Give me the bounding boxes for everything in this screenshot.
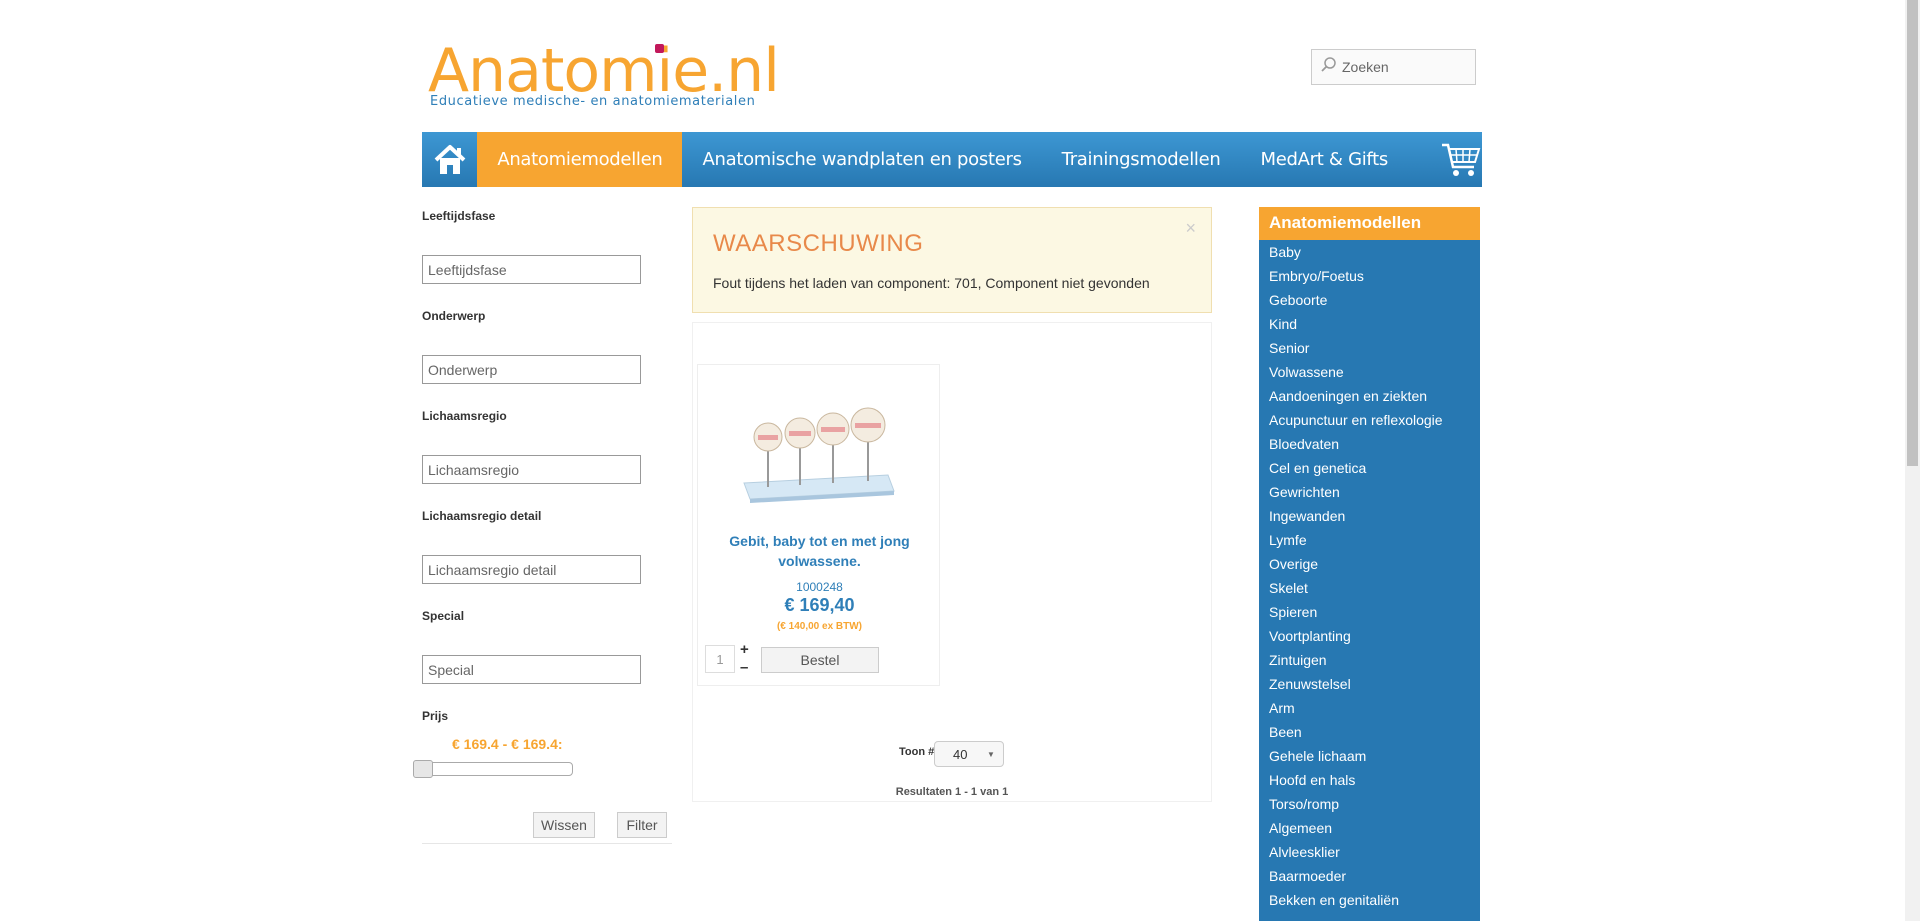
order-button[interactable]: Bestel (761, 647, 879, 673)
product-card: Gebit, baby tot en met jong volwassene. … (697, 364, 940, 686)
nav-trainingsmodellen[interactable]: Trainingsmodellen (1042, 132, 1241, 187)
filter-label-special: Special (422, 609, 465, 623)
category-item[interactable]: Senior (1259, 336, 1480, 360)
warning-alert: WAARSCHUWING Fout tijdens het laden van … (692, 207, 1212, 313)
nav-medart-gifts[interactable]: MedArt & Gifts (1241, 132, 1409, 187)
cart-icon (1442, 143, 1481, 176)
nav-wandplaten[interactable]: Anatomische wandplaten en posters (682, 132, 1041, 187)
filter-label-leeftijdsfase: Leeftijdsfase (422, 209, 496, 223)
lichaamsregio-field[interactable] (422, 455, 641, 484)
show-count-value: 40 (953, 747, 968, 762)
category-item[interactable]: Arm (1259, 696, 1480, 720)
alert-message: Fout tijdens het laden van component: 70… (713, 275, 1150, 291)
category-item[interactable]: Zenuwstelsel (1259, 672, 1480, 696)
alert-title: WAARSCHUWING (713, 230, 924, 257)
category-item[interactable]: Geboorte (1259, 288, 1480, 312)
clear-button[interactable]: Wissen (533, 812, 595, 838)
scrollbar-thumb[interactable] (1907, 0, 1918, 466)
category-item[interactable]: Algemeen (1259, 816, 1480, 840)
category-item[interactable]: Volwassene (1259, 360, 1480, 384)
search-box (1311, 49, 1476, 85)
category-item[interactable]: Torso/romp (1259, 792, 1480, 816)
category-item[interactable]: Alvleesklier (1259, 840, 1480, 864)
price-slider-handle[interactable] (413, 760, 433, 778)
show-count-select[interactable]: 40 ▼ (934, 741, 1004, 767)
category-item[interactable]: Aandoeningen en ziekten (1259, 384, 1480, 408)
page: Anatomie.nl Educatieve medische- en anat… (0, 0, 1905, 921)
category-item[interactable]: Kind (1259, 312, 1480, 336)
category-item[interactable]: Gehele lichaam (1259, 744, 1480, 768)
quantity-plus-button[interactable]: + (740, 641, 749, 658)
leeftijdsfase-field[interactable] (422, 255, 641, 284)
close-icon[interactable]: × (1185, 218, 1196, 239)
filter-label-lichaamsregio-detail: Lichaamsregio detail (422, 509, 542, 523)
category-item[interactable]: Ingewanden (1259, 504, 1480, 528)
product-image[interactable] (738, 395, 898, 505)
filter-label-onderwerp: Onderwerp (422, 309, 486, 323)
filters-divider (422, 843, 672, 844)
logo-tagline: Educatieve medische- en anatomiematerial… (430, 94, 756, 109)
category-item[interactable]: Skelet (1259, 576, 1480, 600)
nav-cart[interactable] (1408, 132, 1482, 187)
category-item[interactable]: Embryo/Foetus (1259, 264, 1480, 288)
filter-button[interactable]: Filter (617, 812, 667, 838)
site-logo[interactable]: Anatomie.nl Educatieve medische- en anat… (428, 38, 780, 118)
onderwerp-field[interactable] (422, 355, 641, 384)
results-count: Resultaten 1 - 1 van 1 (895, 786, 1009, 798)
category-item[interactable]: Acupunctuur en reflexologie (1259, 408, 1480, 432)
special-field[interactable] (422, 655, 641, 684)
nav-anatomiemodellen[interactable]: Anatomiemodellen (477, 132, 683, 187)
filter-label-lichaamsregio: Lichaamsregio (422, 409, 507, 423)
category-item[interactable]: Bloedvaten (1259, 432, 1480, 456)
price-slider-track[interactable] (422, 762, 573, 776)
lichaamsregio-detail-field[interactable] (422, 555, 641, 584)
search-input[interactable] (1342, 50, 1472, 84)
product-name[interactable]: Gebit, baby tot en met jong volwassene. (708, 531, 931, 571)
category-menu: Baby Embryo/Foetus Geboorte Kind Senior … (1259, 240, 1480, 921)
category-item[interactable]: Voortplanting (1259, 624, 1480, 648)
category-item[interactable]: Baarmoeder (1259, 864, 1480, 888)
category-item[interactable]: Cel en genetica (1259, 456, 1480, 480)
category-item[interactable]: Been (1259, 720, 1480, 744)
home-icon (434, 144, 466, 174)
price-range-text: € 169.4 - € 169.4: (452, 736, 563, 752)
category-item[interactable]: Overige (1259, 552, 1480, 576)
product-price: € 169,40 (784, 595, 855, 615)
search-icon (1321, 57, 1336, 72)
category-item[interactable]: Baby (1259, 240, 1480, 264)
category-item[interactable]: Zintuigen (1259, 648, 1480, 672)
product-sku: 1000248 (796, 580, 843, 594)
quantity-minus-button[interactable]: – (740, 659, 748, 676)
nav-home[interactable] (422, 132, 477, 187)
filter-label-prijs: Prijs (422, 709, 449, 723)
product-price-ex-vat: (€ 140,00 ex BTW) (776, 621, 863, 632)
show-count-label: Toon # (899, 746, 935, 758)
category-item[interactable]: Spieren (1259, 600, 1480, 624)
quantity-input[interactable] (705, 645, 735, 673)
logo-dot (655, 44, 664, 53)
chevron-down-icon: ▼ (987, 750, 995, 759)
category-item[interactable]: Bekken en genitaliën (1259, 888, 1480, 912)
main-nav: Anatomiemodellen Anatomische wandplaten … (422, 132, 1482, 187)
category-item[interactable]: Gewrichten (1259, 480, 1480, 504)
category-menu-title: Anatomiemodellen (1259, 207, 1480, 240)
page-scrollbar[interactable] (1905, 0, 1920, 921)
category-item[interactable]: Lymfe (1259, 528, 1480, 552)
category-item[interactable]: Hoofd en hals (1259, 768, 1480, 792)
